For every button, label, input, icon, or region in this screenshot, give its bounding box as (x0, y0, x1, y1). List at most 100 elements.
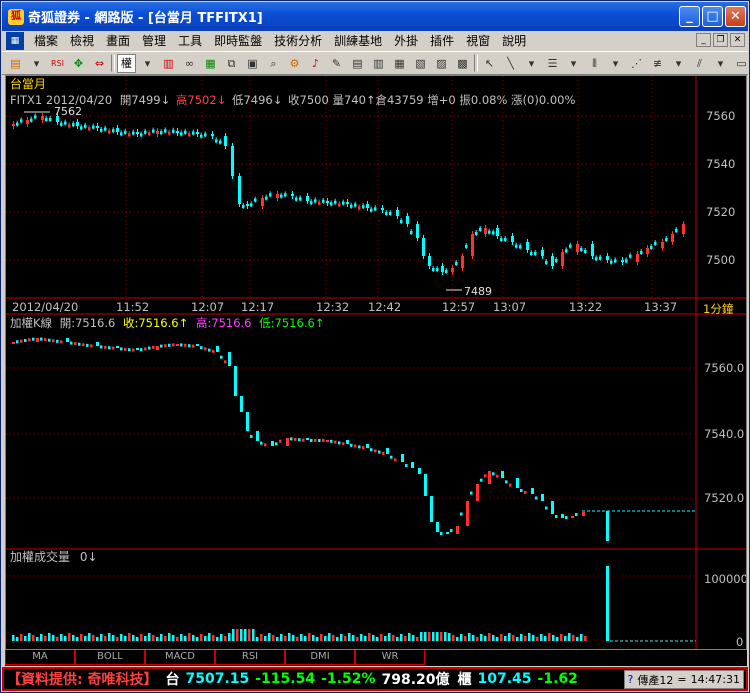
app-icon: 狐 (8, 8, 24, 25)
candle-body (260, 441, 263, 445)
menu-analysis[interactable]: 技術分析 (268, 32, 328, 50)
candle-body (96, 126, 99, 128)
volume-bar (64, 636, 67, 641)
fib-drop-icon[interactable]: ▾ (711, 54, 730, 73)
hline-drop-icon[interactable]: ▾ (564, 54, 583, 73)
channel-icon[interactable]: ≢ (648, 54, 667, 73)
candle-body (466, 501, 469, 526)
arrows-icon[interactable]: ⇔ (90, 54, 109, 73)
volume-bar (606, 566, 609, 641)
top-ytick: 7540 (706, 157, 735, 171)
chart-area[interactable]: 台當月 FITX1 2012/04/20 開7499↓ 高7502↓ 低7496… (5, 75, 747, 650)
rect-icon[interactable]: ▭ (732, 54, 750, 73)
book-icon[interactable]: ▣ (243, 54, 262, 73)
move-icon[interactable]: ✥ (69, 54, 88, 73)
copy-icon[interactable]: ⧉ (222, 54, 241, 73)
menu-window[interactable]: 視窗 (460, 32, 496, 50)
candle-body (374, 449, 377, 453)
menu-monitor[interactable]: 即時監盤 (208, 32, 268, 50)
layout3-icon[interactable]: ▦ (390, 54, 409, 73)
volume-bar (144, 636, 147, 641)
candle-body (16, 340, 19, 344)
tab-boll[interactable]: BOLL (75, 650, 145, 665)
tab-wr[interactable]: WR (355, 650, 425, 665)
mid-open: 開:7516.6 (60, 316, 116, 330)
stats-icon[interactable]: ▦ (201, 54, 220, 73)
volume-bar (500, 634, 503, 641)
candle-body (334, 440, 337, 444)
dropdown-arrow-icon[interactable]: ▾ (27, 54, 46, 73)
volume-bar (336, 637, 339, 641)
menu-training[interactable]: 訓練基地 (328, 32, 388, 50)
layout1-icon[interactable]: ▤ (348, 54, 367, 73)
channel-drop-icon[interactable]: ▾ (669, 54, 688, 73)
question-icon[interactable]: ? (628, 673, 634, 686)
close-button[interactable]: ✕ (725, 6, 746, 27)
tab-ma[interactable]: MA (5, 650, 75, 665)
candle-body (180, 343, 183, 347)
volume-bar (484, 636, 487, 641)
rsi-icon[interactable]: RSI (48, 54, 67, 73)
volume-bar (12, 635, 15, 641)
hline-icon[interactable]: ☰ (543, 54, 562, 73)
tab-macd[interactable]: MACD (145, 650, 215, 665)
volume-bar (568, 633, 571, 641)
line-icon[interactable]: ╲ (501, 54, 520, 73)
price-chart[interactable]: 台當月 FITX1 2012/04/20 開7499↓ 高7502↓ 低7496… (6, 76, 746, 649)
gear-icon[interactable]: ⚙ (285, 54, 304, 73)
menu-tools[interactable]: 工具 (172, 32, 208, 50)
line-drop-icon[interactable]: ▾ (522, 54, 541, 73)
maximize-button[interactable]: □ (702, 6, 723, 27)
candle-body (188, 344, 191, 348)
folder-icon[interactable]: ▤ (6, 54, 25, 73)
title-bar[interactable]: 狐 奇狐證券 - 網路版 - [台當月 TFFITX1] _ □ ✕ (2, 2, 748, 31)
volume-bar (292, 635, 295, 641)
menu-screen[interactable]: 畫面 (100, 32, 136, 50)
candle-body (66, 338, 69, 342)
candle-body (346, 202, 349, 204)
menu-help[interactable]: 說明 (496, 32, 532, 50)
select-arrow-icon[interactable]: ▾ (138, 54, 157, 73)
candle-body (36, 338, 39, 342)
candle-body (152, 345, 155, 349)
glasses-icon[interactable]: ∞ (180, 54, 199, 73)
layout5-icon[interactable]: ▨ (432, 54, 451, 73)
candle-body (350, 443, 353, 447)
minimize-button[interactable]: _ (679, 6, 700, 27)
menu-view[interactable]: 檢視 (64, 32, 100, 50)
mdi-restore-icon[interactable]: ❐ (713, 33, 728, 47)
candle-body (366, 444, 369, 448)
candle-body (276, 194, 279, 198)
weight-select[interactable]: 權 (117, 53, 136, 73)
mdi-minimize-icon[interactable]: _ (696, 33, 711, 47)
candle-body (100, 345, 103, 349)
fan-icon[interactable]: ⋰ (627, 54, 646, 73)
pen-icon[interactable]: ✎ (327, 54, 346, 73)
vline-icon[interactable]: ⦀ (585, 54, 604, 73)
layout6-icon[interactable]: ▩ (453, 54, 472, 73)
menu-plugins[interactable]: 插件 (424, 32, 460, 50)
mdi-close-icon[interactable]: ✕ (730, 33, 745, 47)
pointer-icon[interactable]: ↖ (480, 54, 499, 73)
tab-dmi[interactable]: DMI (285, 650, 355, 665)
top-ytick: 7520 (706, 205, 735, 219)
volume-bar (28, 633, 31, 641)
search-icon[interactable]: ⌕ (264, 54, 283, 73)
layout4-icon[interactable]: ▧ (411, 54, 430, 73)
alarm-icon[interactable]: ♪ (306, 54, 325, 73)
menu-manage[interactable]: 管理 (136, 32, 172, 50)
volume-bar (228, 633, 231, 641)
fib-icon[interactable]: ⫽ (690, 54, 709, 73)
layout2-icon[interactable]: ▥ (369, 54, 388, 73)
candle-body (70, 341, 73, 345)
doc-icon[interactable]: ▦ (6, 32, 24, 50)
chart-icon[interactable]: ▥ (159, 54, 178, 73)
period-label[interactable]: 1分鐘 (703, 302, 734, 316)
otc-change: -1.62 (537, 671, 578, 687)
menu-file[interactable]: 檔案 (28, 32, 64, 50)
volume-bar (440, 632, 443, 641)
menu-external[interactable]: 外掛 (388, 32, 424, 50)
vline-drop-icon[interactable]: ▾ (606, 54, 625, 73)
tab-rsi[interactable]: RSI (215, 650, 285, 665)
volume-bar (24, 636, 27, 641)
